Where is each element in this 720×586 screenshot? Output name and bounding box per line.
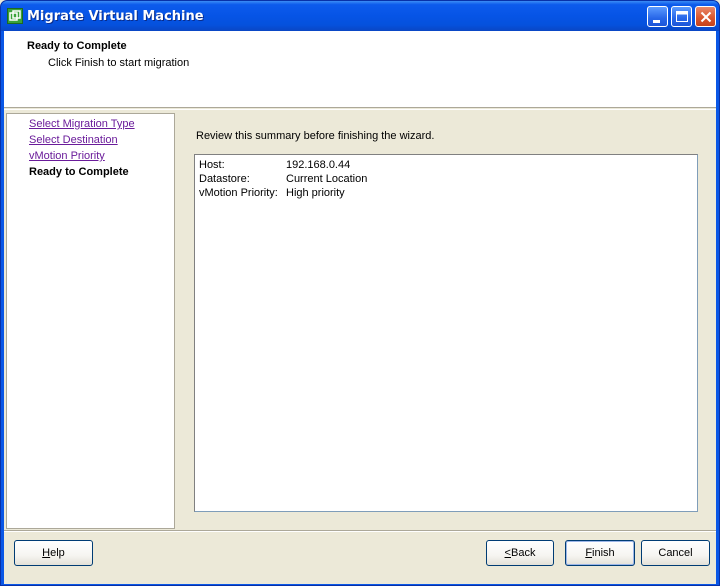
help-label: elp <box>50 547 65 559</box>
step-select-destination[interactable]: Select Destination <box>29 134 118 146</box>
page-subtitle: Click Finish to start migration <box>48 57 190 69</box>
summary-value: 192.168.0.44 <box>286 159 351 171</box>
window-title: Migrate Virtual Machine <box>27 9 204 24</box>
summary-key: Datastore: <box>199 173 250 185</box>
migrate-vm-app-icon <box>7 8 23 24</box>
finish-label: inish <box>592 547 615 559</box>
step-vmotion-priority[interactable]: vMotion Priority <box>29 150 105 162</box>
cancel-button[interactable]: Cancel <box>641 540 710 566</box>
maximize-button[interactable] <box>671 6 692 27</box>
header-divider <box>4 109 716 110</box>
title-bar[interactable]: Migrate Virtual Machine <box>1 1 719 31</box>
step-ready-to-complete: Ready to Complete <box>29 166 129 178</box>
maximize-icon <box>676 11 688 22</box>
summary-value: Current Location <box>286 173 368 185</box>
summary-value: High priority <box>286 187 345 199</box>
close-button[interactable] <box>695 6 716 27</box>
help-accel: H <box>42 547 51 559</box>
help-button[interactable]: Help <box>14 540 93 566</box>
summary-key: vMotion Priority: <box>199 187 278 199</box>
back-button[interactable]: < Back <box>486 540 554 566</box>
wizard-step-list: Select Migration Type Select Destination… <box>6 113 175 529</box>
summary-instruction: Review this summary before finishing the… <box>196 130 435 142</box>
finish-button[interactable]: Finish <box>565 540 635 566</box>
footer-divider <box>4 530 716 532</box>
step-select-migration-type[interactable]: Select Migration Type <box>29 118 135 130</box>
dialog-client-area: Ready to Complete Click Finish to start … <box>4 31 716 584</box>
back-label: Back <box>510 547 536 559</box>
close-icon <box>700 11 712 23</box>
migrate-vm-window: Migrate Virtual Machine Ready to Complet… <box>0 0 720 586</box>
summary-key: Host: <box>199 159 225 171</box>
minimize-icon <box>653 20 660 23</box>
summary-box[interactable]: Host: 192.168.0.44 Datastore: Current Lo… <box>194 154 698 512</box>
page-title: Ready to Complete <box>27 40 127 52</box>
wizard-header: Ready to Complete Click Finish to start … <box>4 31 716 108</box>
finish-accel: F <box>585 547 593 559</box>
minimize-button[interactable] <box>647 6 668 27</box>
